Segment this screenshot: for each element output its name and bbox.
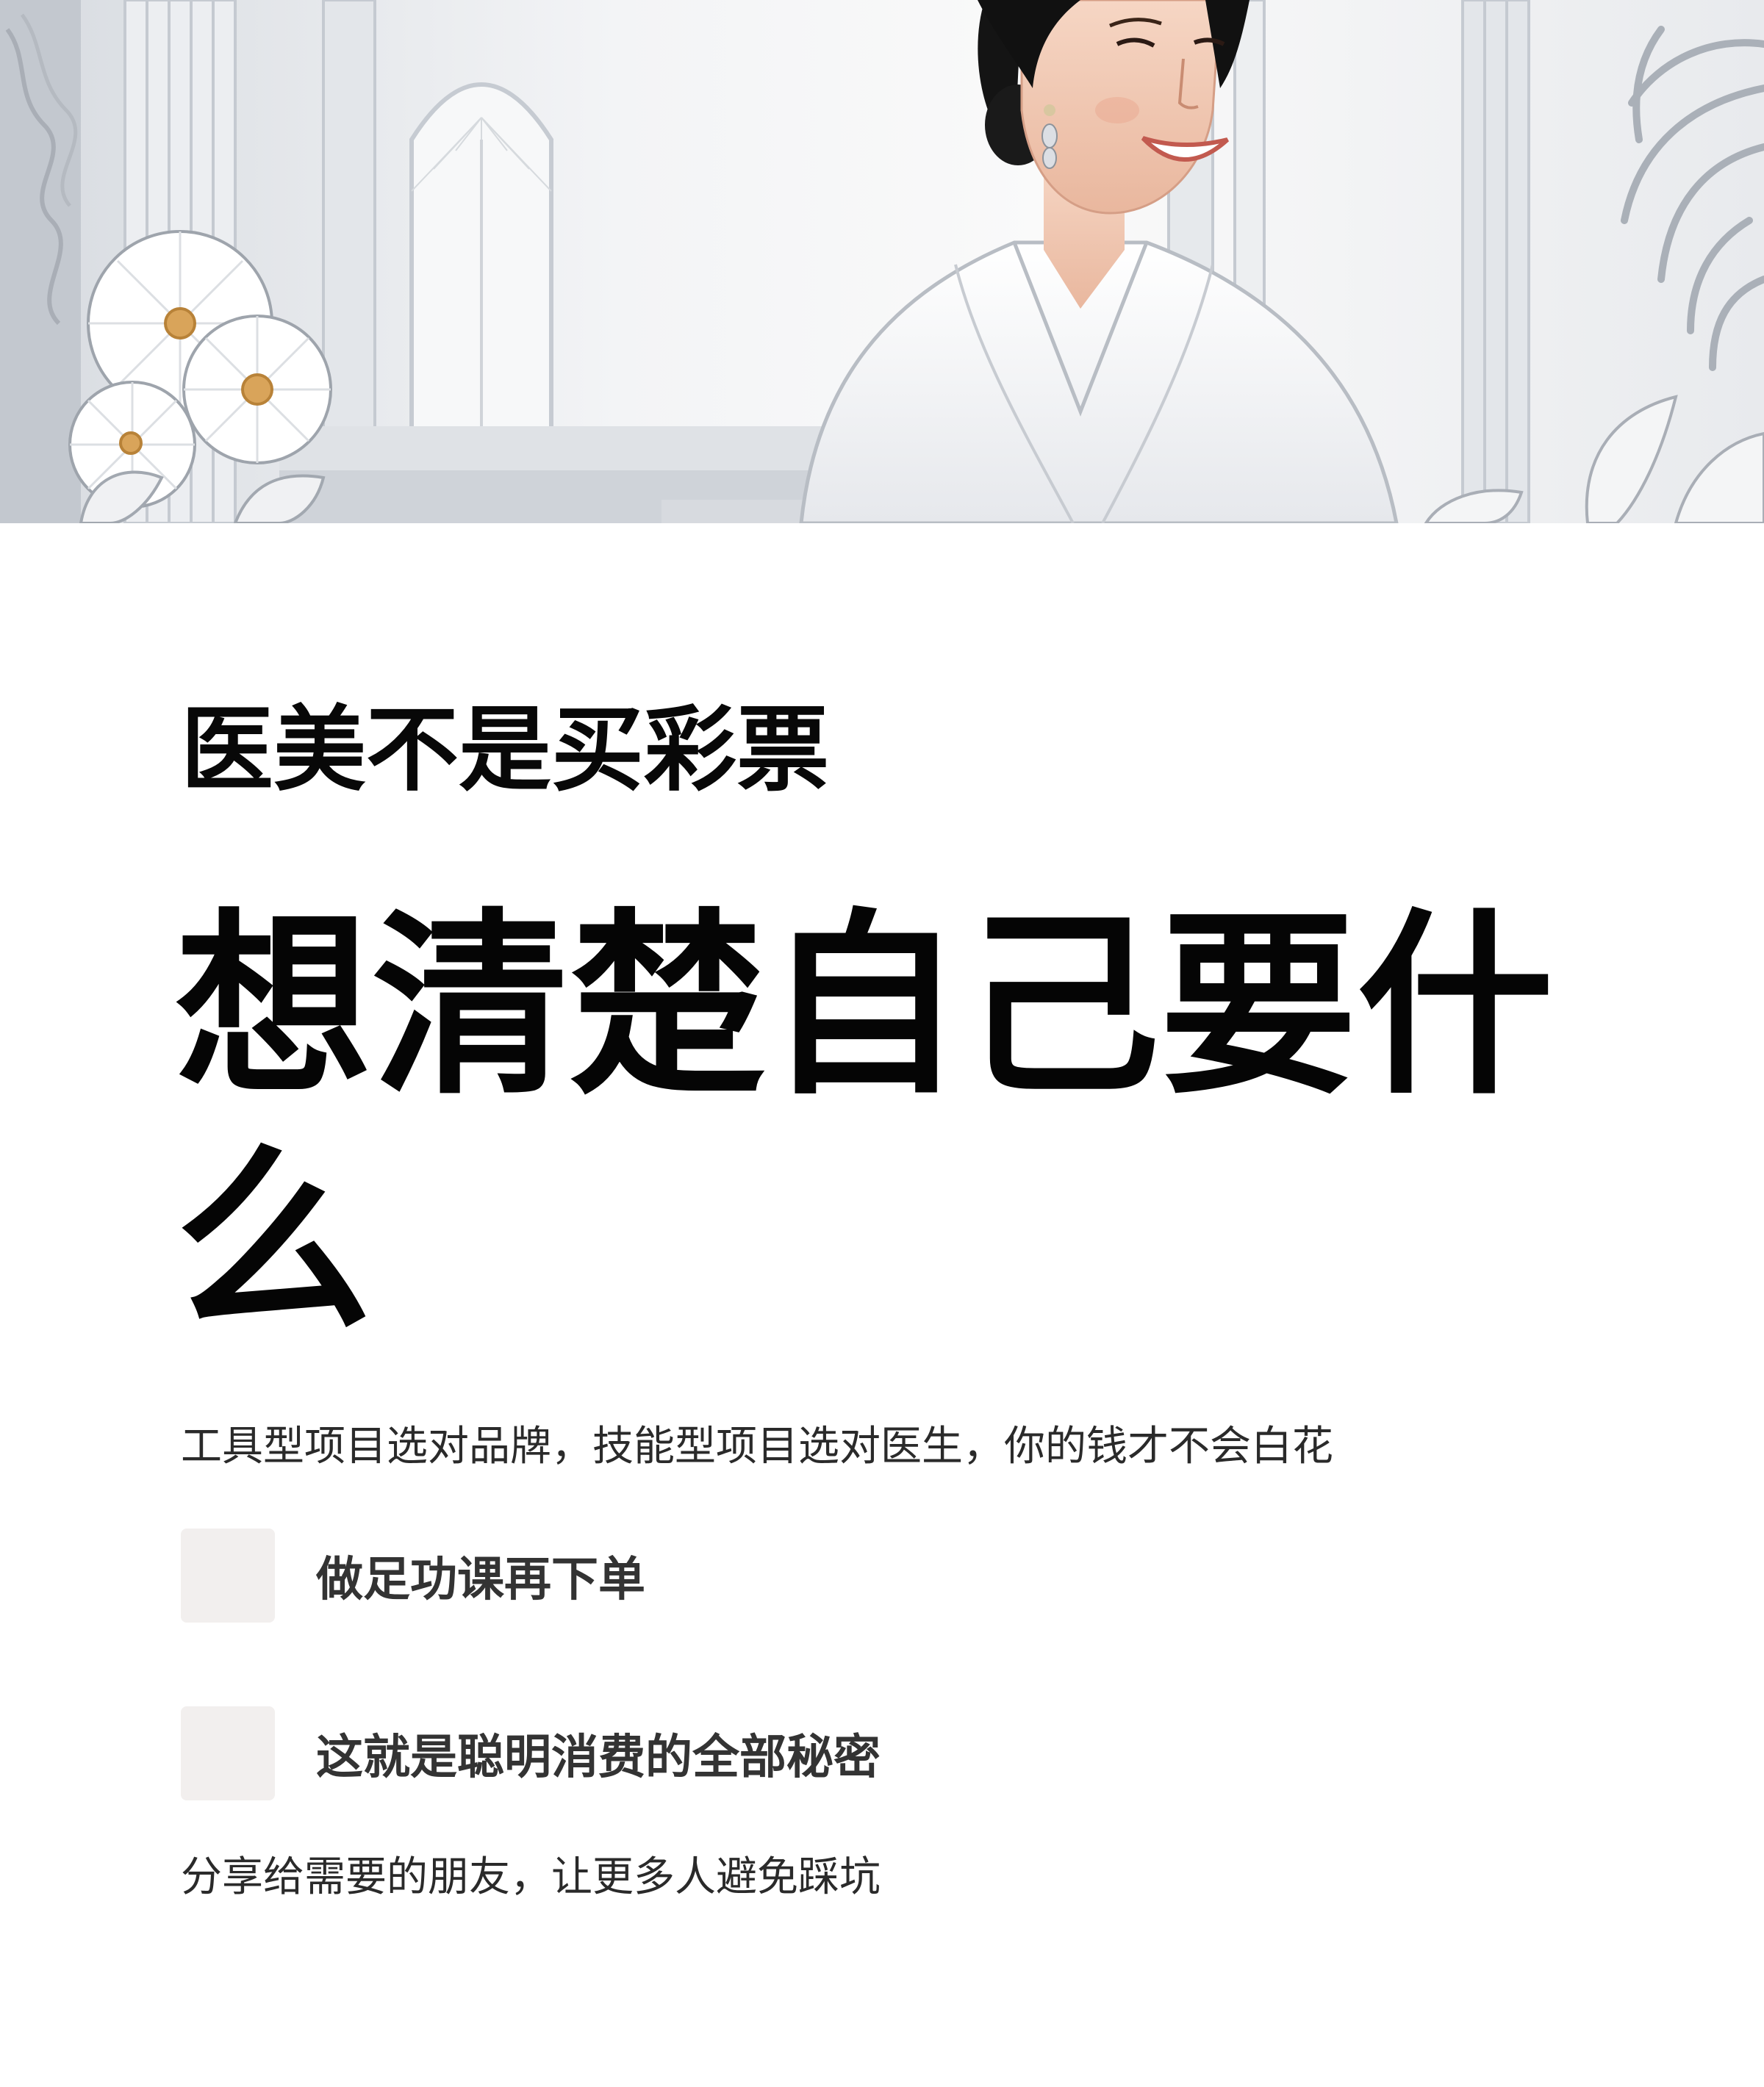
hero-illustration — [0, 0, 1764, 523]
share-note: 分享给需要的朋友，让更多人避免踩坑 — [181, 1853, 881, 1901]
point-item-1: 做足功课再下单 — [181, 1529, 645, 1623]
checkbox-placeholder — [181, 1706, 275, 1800]
headline: 想清楚自己要什么 — [175, 892, 1554, 1357]
subtitle: 工具型项目选对品牌，技能型项目选对医生，你的钱才不会白花 — [181, 1423, 1333, 1470]
flower-right — [182, 315, 332, 464]
checkbox-placeholder — [181, 1529, 275, 1623]
point-label: 这就是聪明消费的全部秘密 — [316, 1731, 881, 1785]
point-label: 做足功课再下单 — [316, 1553, 645, 1607]
point-item-2: 这就是聪明消费的全部秘密 — [181, 1706, 881, 1800]
kicker-title: 医美不是买彩票 — [181, 696, 829, 804]
